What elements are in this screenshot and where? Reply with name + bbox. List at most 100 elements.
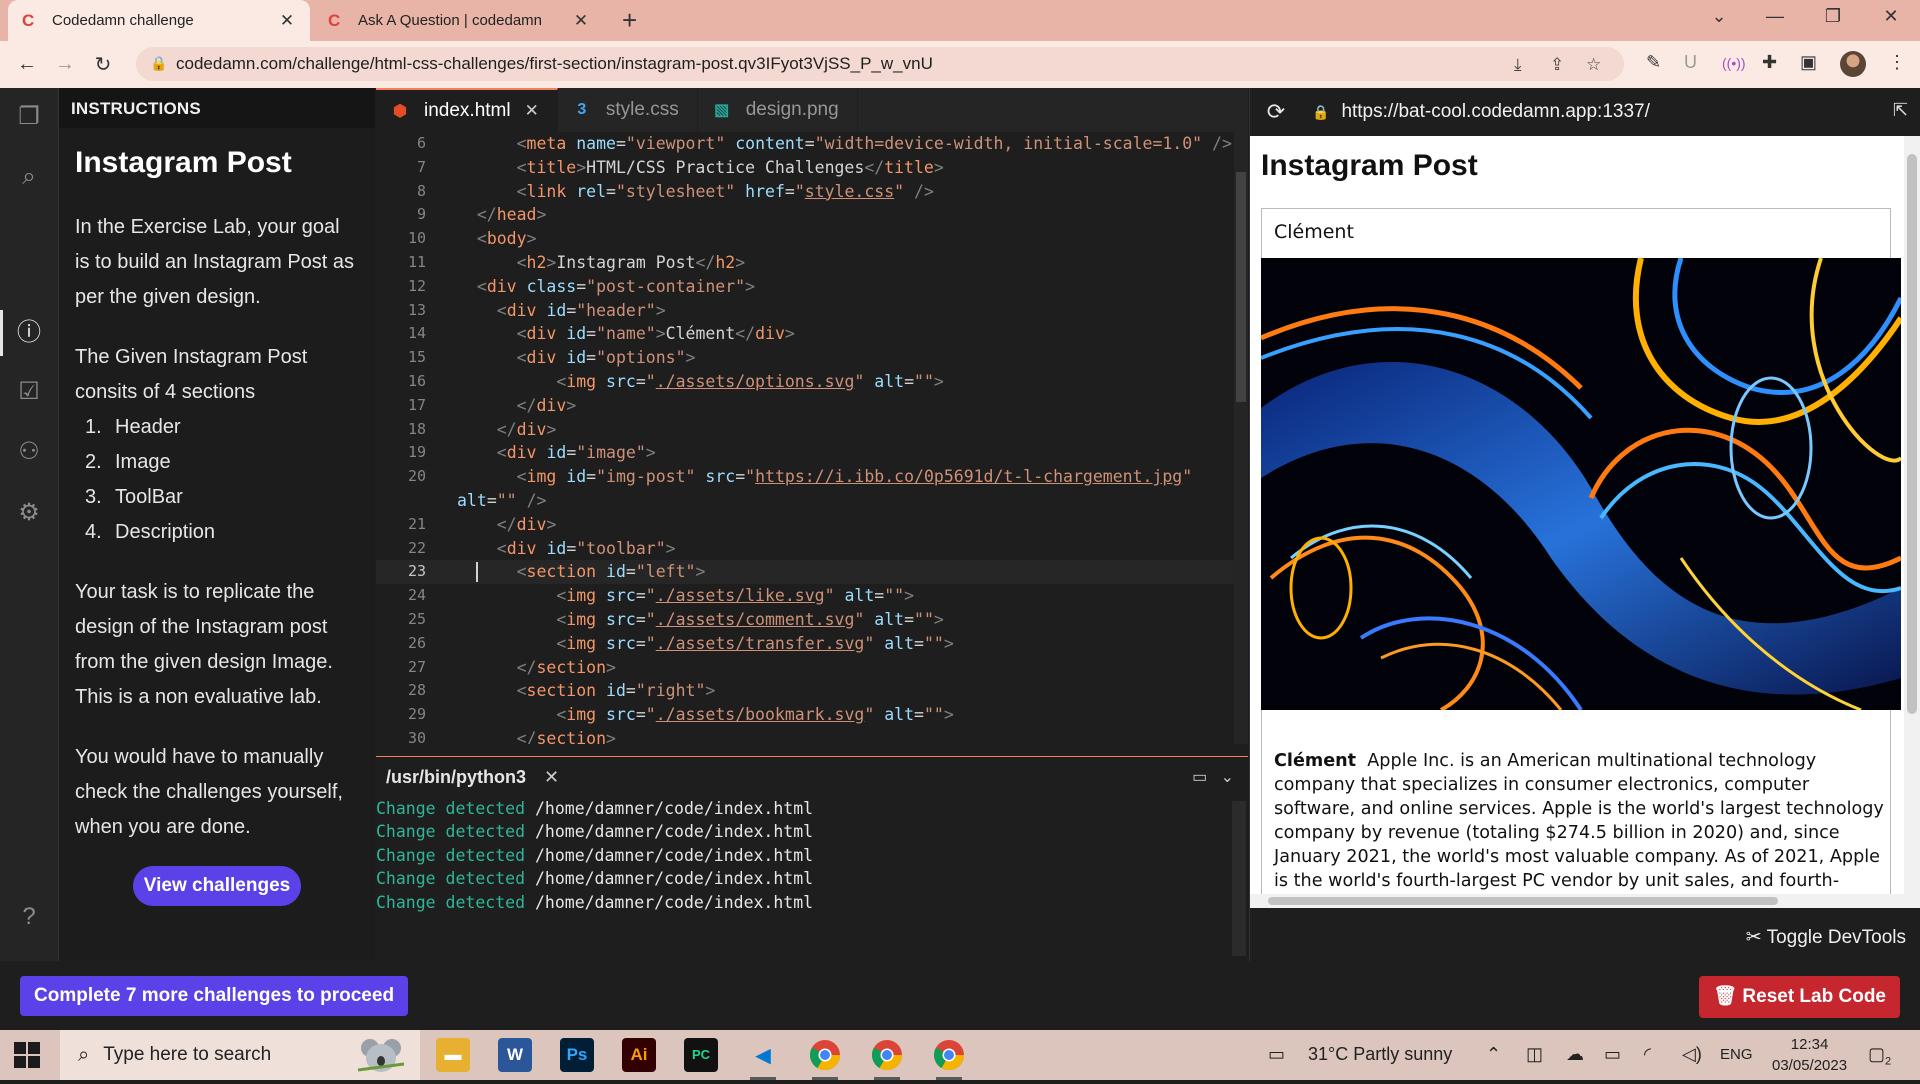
help-icon[interactable]: ? — [12, 900, 46, 934]
preview-viewport[interactable]: Instagram Post Clément Clément Apple Inc… — [1250, 136, 1905, 908]
proceed-button[interactable]: Complete 7 more challenges to proceed — [20, 976, 409, 1016]
view-challenges-button[interactable]: View challenges — [133, 866, 301, 906]
clock[interactable]: 12:34 03/05/2023 — [1772, 1034, 1847, 1076]
wifi-icon[interactable]: ◜ — [1644, 1044, 1651, 1065]
show-hidden-icons-chevron-up-icon[interactable]: ⌃ — [1486, 1044, 1501, 1065]
forward-icon[interactable]: → — [46, 53, 84, 76]
weather-text[interactable]: 31°C Partly sunny — [1308, 1044, 1452, 1065]
chevron-down-icon[interactable]: ⌄ — [1221, 769, 1234, 786]
toggle-devtools-button[interactable]: ✂ Toggle DevTools — [1746, 926, 1906, 949]
css3-icon: 3 — [577, 101, 587, 118]
list-item: 3. ToolBar — [75, 480, 359, 515]
checklist-icon[interactable]: ☑ — [12, 375, 46, 409]
illustrator-icon[interactable]: Ai — [622, 1038, 656, 1072]
profile-avatar[interactable] — [1840, 51, 1866, 77]
language-indicator[interactable]: ENG — [1720, 1046, 1753, 1063]
koala-illustration-icon — [357, 1039, 405, 1072]
weather-icon[interactable]: ▭ — [1268, 1044, 1285, 1065]
path-text: /home/damner/code/index.html — [534, 892, 814, 912]
close-icon[interactable]: ✕ — [278, 11, 296, 31]
notification-count: 2 — [1885, 1055, 1892, 1068]
current-line: 23 <section id="left"> — [376, 560, 1248, 585]
codedamn-favicon-icon: C — [328, 10, 341, 30]
tab-style-css[interactable]: 3 style.css — [558, 88, 698, 132]
terminal-layout-icon[interactable]: ▭ — [1192, 769, 1207, 786]
chrome-menu-icon[interactable]: ⋮ — [1888, 52, 1906, 73]
preview-vertical-scrollbar[interactable] — [1904, 136, 1920, 908]
open-external-icon[interactable]: ⇱ — [1893, 100, 1908, 121]
list-number: 3. — [85, 486, 102, 508]
list-number: 1. — [85, 416, 102, 438]
settings-gear-icon[interactable]: ⚙ — [12, 496, 46, 530]
scrollbar-thumb[interactable] — [1907, 154, 1917, 714]
scrollbar-thumb[interactable] — [1268, 897, 1778, 905]
share-icon[interactable]: ⇪ — [1550, 55, 1564, 75]
tab-index-html[interactable]: ⬢ index.html ✕ — [376, 88, 558, 132]
chrome-icon[interactable] — [932, 1038, 966, 1080]
terminal-title: /usr/bin/python3 — [386, 766, 527, 787]
tools-icon: ✂ — [1745, 927, 1762, 948]
preview-panel: ⟳ 🔒 https://bat-cool.codedamn.app:1337/ … — [1249, 88, 1920, 961]
info-icon[interactable]: ⓘ — [12, 316, 46, 350]
files-icon[interactable]: ❐ — [12, 100, 46, 134]
preview-horizontal-scrollbar[interactable] — [1250, 894, 1905, 908]
code-area[interactable]: 6 <meta name="viewport" content="width=d… — [376, 132, 1248, 744]
editor-scrollbar[interactable] — [1234, 132, 1248, 744]
new-tab-button[interactable]: + — [622, 6, 637, 34]
scrollbar-thumb[interactable] — [1236, 172, 1246, 402]
reload-icon[interactable]: ↻ — [84, 52, 122, 77]
chrome-icon[interactable] — [870, 1038, 904, 1080]
editor-tabs: ⬢ index.html ✕ 3 style.css ▧ design.png — [376, 88, 1248, 132]
notifications-icon[interactable]: ▢2 — [1868, 1044, 1891, 1068]
post-description: Clément Apple Inc. is an American multin… — [1274, 749, 1886, 908]
image-file-icon: ▧ — [714, 102, 730, 119]
close-window-button[interactable]: ✕ — [1876, 6, 1906, 27]
browser-tab-ask-question[interactable]: C Ask A Question | codedamn ✕ — [314, 0, 604, 41]
status-text: Change detected — [376, 845, 526, 865]
list-label: Description — [115, 521, 216, 543]
word-icon[interactable]: W — [498, 1038, 532, 1072]
extension-u-icon[interactable]: U — [1684, 52, 1697, 73]
browser-tab-codedamn-challenge[interactable]: C Codedamn challenge ✕ — [8, 0, 310, 41]
file-explorer-icon[interactable]: ▬ — [436, 1038, 470, 1072]
photoshop-icon[interactable]: Ps — [560, 1038, 594, 1072]
chrome-icon[interactable] — [808, 1038, 842, 1080]
list-item: 1. Header — [75, 410, 359, 445]
chat-user-icon[interactable]: ⚇ — [12, 435, 46, 469]
back-icon[interactable]: ← — [8, 53, 46, 76]
address-bar[interactable]: 🔒 codedamn.com/challenge/html-css-challe… — [136, 47, 1624, 81]
terminal-scrollbar[interactable] — [1232, 801, 1246, 956]
install-icon[interactable]: ⤓ — [1514, 55, 1522, 75]
close-icon[interactable]: ✕ — [525, 101, 539, 121]
reset-lab-button[interactable]: 🗑 Reset Lab Code — [1699, 976, 1900, 1018]
activity-bar: ❐ ⌕ ⓘ ☑ ⚇ ⚙ ? — [0, 88, 59, 961]
instructions-paragraph: The Given Instagram Post consits of 4 se… — [75, 346, 308, 403]
volume-icon[interactable]: ◁) — [1682, 1044, 1702, 1065]
meet-now-icon[interactable]: ◫ — [1526, 1044, 1543, 1065]
search-icon[interactable]: ⌕ — [12, 160, 46, 194]
extension-pen-icon[interactable]: ✎ — [1646, 52, 1661, 73]
restore-button[interactable]: ❐ — [1818, 6, 1848, 27]
status-text: Change detected — [376, 869, 526, 889]
tab-search-icon[interactable]: ⌄ — [1704, 6, 1734, 27]
preview-url[interactable]: https://bat-cool.codedamn.app:1337/ — [1341, 101, 1649, 123]
windows-taskbar: ⌕ Type here to search ▬ W Ps Ai PC ◄ ▭ 3… — [0, 1030, 1920, 1080]
close-icon[interactable]: ✕ — [544, 767, 559, 788]
vscode-icon[interactable]: ◄ — [746, 1038, 780, 1080]
refresh-icon[interactable]: ⟳ — [1250, 99, 1302, 125]
bookmark-star-icon[interactable]: ☆ — [1586, 55, 1601, 75]
minimize-button[interactable]: — — [1760, 6, 1790, 27]
tab-design-png[interactable]: ▧ design.png — [698, 88, 858, 132]
extension-radio-icon[interactable]: ((•)) — [1722, 55, 1746, 71]
close-icon[interactable]: ✕ — [572, 11, 590, 31]
instructions-title: Instagram Post — [75, 146, 292, 179]
pycharm-icon[interactable]: PC — [684, 1038, 718, 1072]
tab-label: style.css — [605, 99, 679, 120]
battery-icon[interactable]: ▭ — [1604, 1044, 1621, 1065]
taskbar-search[interactable]: ⌕ Type here to search — [60, 1030, 420, 1080]
windows-start-icon[interactable] — [14, 1042, 40, 1068]
side-panel-icon[interactable]: ▣ — [1800, 52, 1817, 73]
onedrive-cloud-icon[interactable]: ☁ — [1566, 1044, 1584, 1065]
extensions-puzzle-icon[interactable]: ✚ — [1762, 52, 1777, 73]
terminal-output[interactable]: Change detected /home/damner/code/index.… — [376, 797, 1248, 914]
